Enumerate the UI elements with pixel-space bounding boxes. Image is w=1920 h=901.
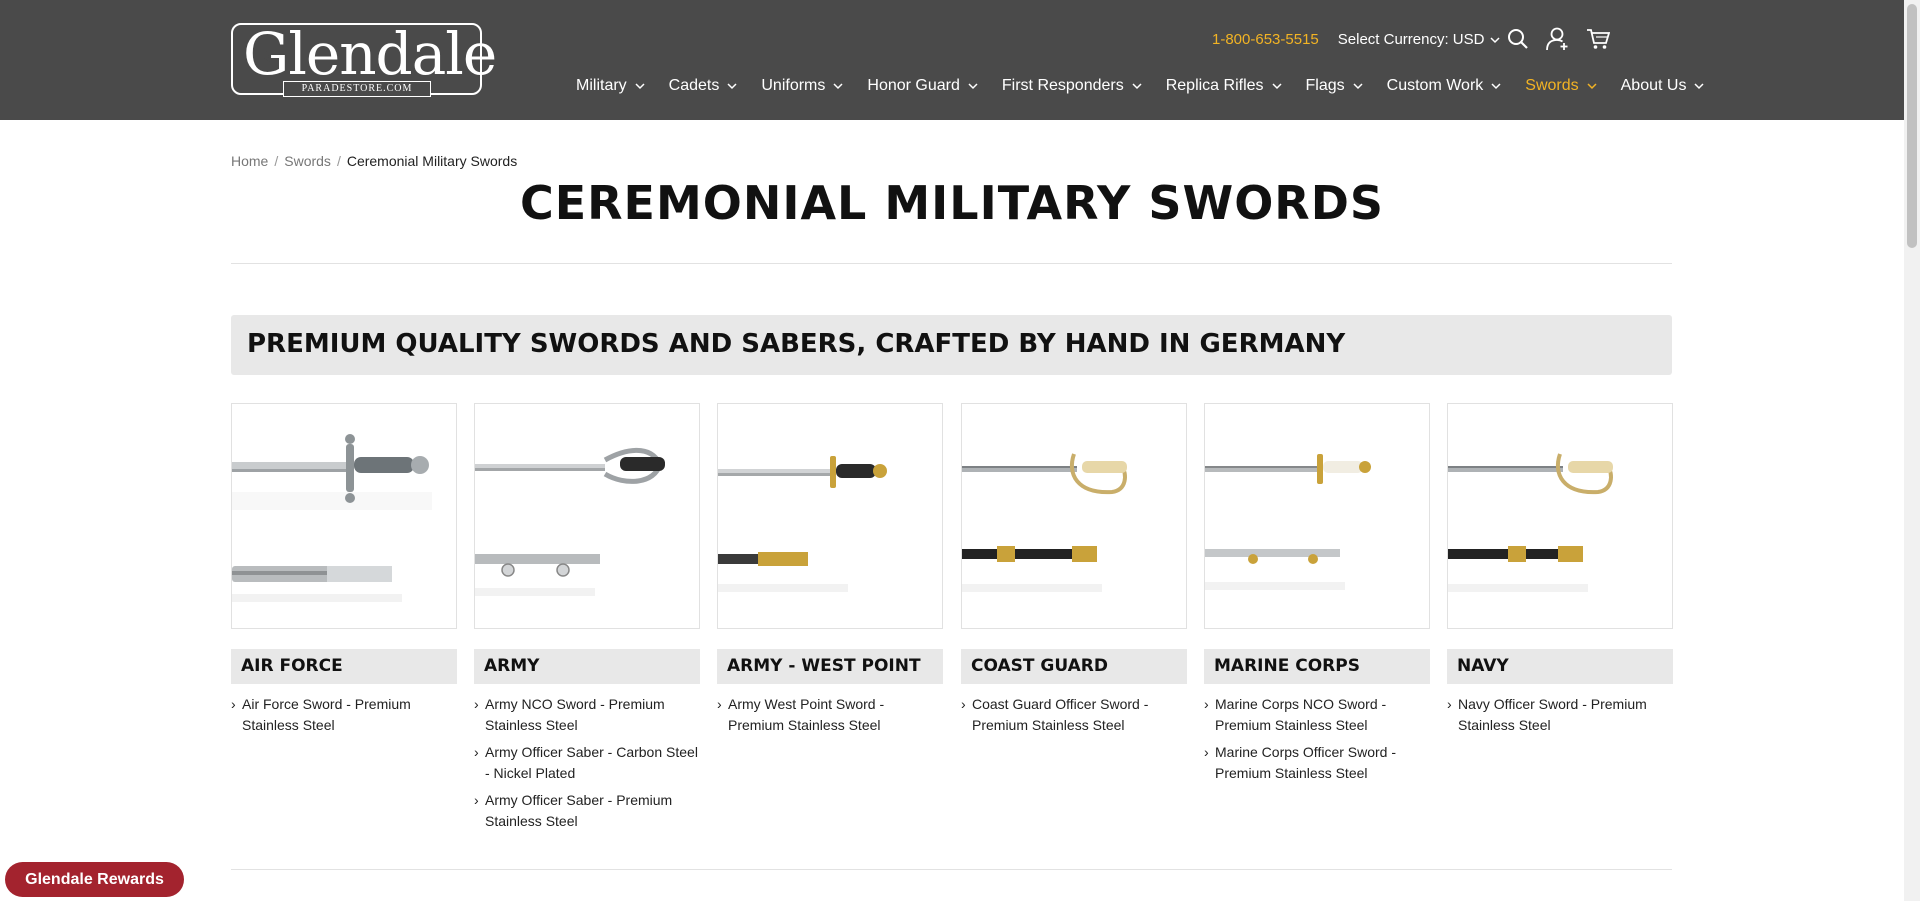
chevron-down-icon	[1353, 82, 1363, 90]
chevron-down-icon	[1491, 82, 1501, 90]
category-links: Marine Corps NCO Sword - Premium Stainle…	[1204, 694, 1430, 784]
page-title: CEREMONIAL MILITARY SWORDS	[519, 176, 1385, 230]
chevron-down-icon	[968, 82, 978, 90]
product-image-army-west-point[interactable]	[717, 403, 943, 629]
breadcrumb: Home / Swords / Ceremonial Military Swor…	[231, 153, 517, 169]
product-link[interactable]: Marine Corps NCO Sword - Premium Stainle…	[1204, 694, 1430, 736]
nav-custom-work[interactable]: Custom Work	[1387, 77, 1502, 95]
category-heading[interactable]: ARMY	[474, 649, 700, 684]
product-link[interactable]: Navy Officer Sword - Premium Stainless S…	[1447, 694, 1673, 736]
breadcrumb-swords[interactable]: Swords	[284, 153, 331, 169]
phone-link[interactable]: 1-800-653-5515	[1212, 31, 1319, 48]
product-image-army[interactable]	[474, 403, 700, 629]
utility-bar: 1-800-653-5515 Select Currency: USD	[1212, 28, 1501, 50]
nav-honor-guard[interactable]: Honor Guard	[867, 77, 978, 95]
category-links: Air Force Sword - Premium Stainless Stee…	[231, 694, 457, 736]
nav-uniforms[interactable]: Uniforms	[761, 77, 843, 95]
nav-about-us[interactable]: About Us	[1621, 77, 1705, 95]
category-card-army: ARMY Army NCO Sword - Premium Stainless …	[474, 403, 700, 838]
product-image-marine-corps[interactable]	[1204, 403, 1430, 629]
search-icon[interactable]	[1505, 26, 1531, 52]
category-card-marine-corps: MARINE CORPS Marine Corps NCO Sword - Pr…	[1204, 403, 1430, 790]
category-links: Army NCO Sword - Premium Stainless Steel…	[474, 694, 700, 832]
logo-wordmark: Glendale	[243, 20, 497, 88]
product-link[interactable]: Army NCO Sword - Premium Stainless Steel	[474, 694, 700, 736]
product-link[interactable]: Coast Guard Officer Sword - Premium Stai…	[961, 694, 1187, 736]
category-links: Coast Guard Officer Sword - Premium Stai…	[961, 694, 1187, 736]
breadcrumb-home[interactable]: Home	[231, 153, 268, 169]
nav-first-responders[interactable]: First Responders	[1002, 77, 1142, 95]
scrollbar-thumb[interactable]	[1907, 4, 1917, 248]
logo-subtitle: PARADESTORE.COM	[283, 81, 431, 97]
product-image-coast-guard[interactable]	[961, 403, 1187, 629]
chevron-down-icon	[1272, 82, 1282, 90]
breadcrumb-current: Ceremonial Military Swords	[346, 153, 518, 169]
category-heading[interactable]: AIR FORCE	[231, 649, 457, 684]
category-heading[interactable]: ARMY - WEST POINT	[717, 649, 943, 684]
star-icon: ★	[255, 42, 275, 67]
product-link[interactable]: Army Officer Saber - Carbon Steel - Nick…	[474, 742, 700, 784]
nav-replica-rifles[interactable]: Replica Rifles	[1166, 77, 1282, 95]
product-image-navy[interactable]	[1447, 403, 1673, 629]
breadcrumb-separator: /	[336, 153, 341, 169]
category-heading[interactable]: MARINE CORPS	[1204, 649, 1430, 684]
chevron-down-icon	[833, 82, 843, 90]
nav-flags[interactable]: Flags	[1306, 77, 1363, 95]
breadcrumb-separator: /	[274, 153, 279, 169]
main-nav: Military Cadets Uniforms Honor Guard Fir…	[576, 75, 1728, 97]
category-links: Army West Point Sword - Premium Stainles…	[717, 694, 943, 736]
divider	[231, 263, 1672, 264]
cart-icon[interactable]	[1585, 26, 1611, 52]
header-icons	[1505, 26, 1625, 52]
nav-swords[interactable]: Swords	[1525, 77, 1597, 95]
category-links: Navy Officer Sword - Premium Stainless S…	[1447, 694, 1673, 736]
chevron-down-icon	[1132, 82, 1142, 90]
account-icon[interactable]	[1545, 26, 1571, 52]
currency-label: Select Currency: USD	[1337, 30, 1485, 48]
product-link[interactable]: Army West Point Sword - Premium Stainles…	[717, 694, 943, 736]
category-card-navy: NAVY Navy Officer Sword - Premium Stainl…	[1447, 403, 1673, 742]
section-banner: PREMIUM QUALITY SWORDS AND SABERS, CRAFT…	[231, 315, 1672, 375]
category-card-army-west-point: ARMY - WEST POINT Army West Point Sword …	[717, 403, 943, 742]
divider	[231, 869, 1672, 870]
category-heading[interactable]: COAST GUARD	[961, 649, 1187, 684]
nav-cadets[interactable]: Cadets	[669, 77, 738, 95]
site-header: Glendale ★ PARADESTORE.COM 1-800-653-551…	[0, 0, 1904, 120]
chevron-down-icon	[727, 82, 737, 90]
product-link[interactable]: Army Officer Saber - Premium Stainless S…	[474, 790, 700, 832]
category-heading[interactable]: NAVY	[1447, 649, 1673, 684]
rewards-button[interactable]: Glendale Rewards	[5, 862, 184, 897]
product-link[interactable]: Air Force Sword - Premium Stainless Stee…	[231, 694, 457, 736]
site-logo[interactable]: Glendale ★ PARADESTORE.COM	[231, 21, 497, 97]
chevron-down-icon	[1694, 82, 1704, 90]
category-card-air-force: AIR FORCE Air Force Sword - Premium Stai…	[231, 403, 457, 742]
banner-text: PREMIUM QUALITY SWORDS AND SABERS, CRAFT…	[247, 329, 1346, 359]
product-image-air-force[interactable]	[231, 403, 457, 629]
product-link[interactable]: Marine Corps Officer Sword - Premium Sta…	[1204, 742, 1430, 784]
chevron-down-icon	[635, 82, 645, 90]
currency-selector[interactable]: Select Currency: USD	[1338, 31, 1501, 48]
chevron-down-icon	[1490, 31, 1501, 48]
category-card-coast-guard: COAST GUARD Coast Guard Officer Sword - …	[961, 403, 1187, 742]
page-scrollbar[interactable]	[1904, 0, 1920, 901]
nav-military[interactable]: Military	[576, 77, 645, 95]
chevron-down-icon	[1587, 82, 1597, 90]
